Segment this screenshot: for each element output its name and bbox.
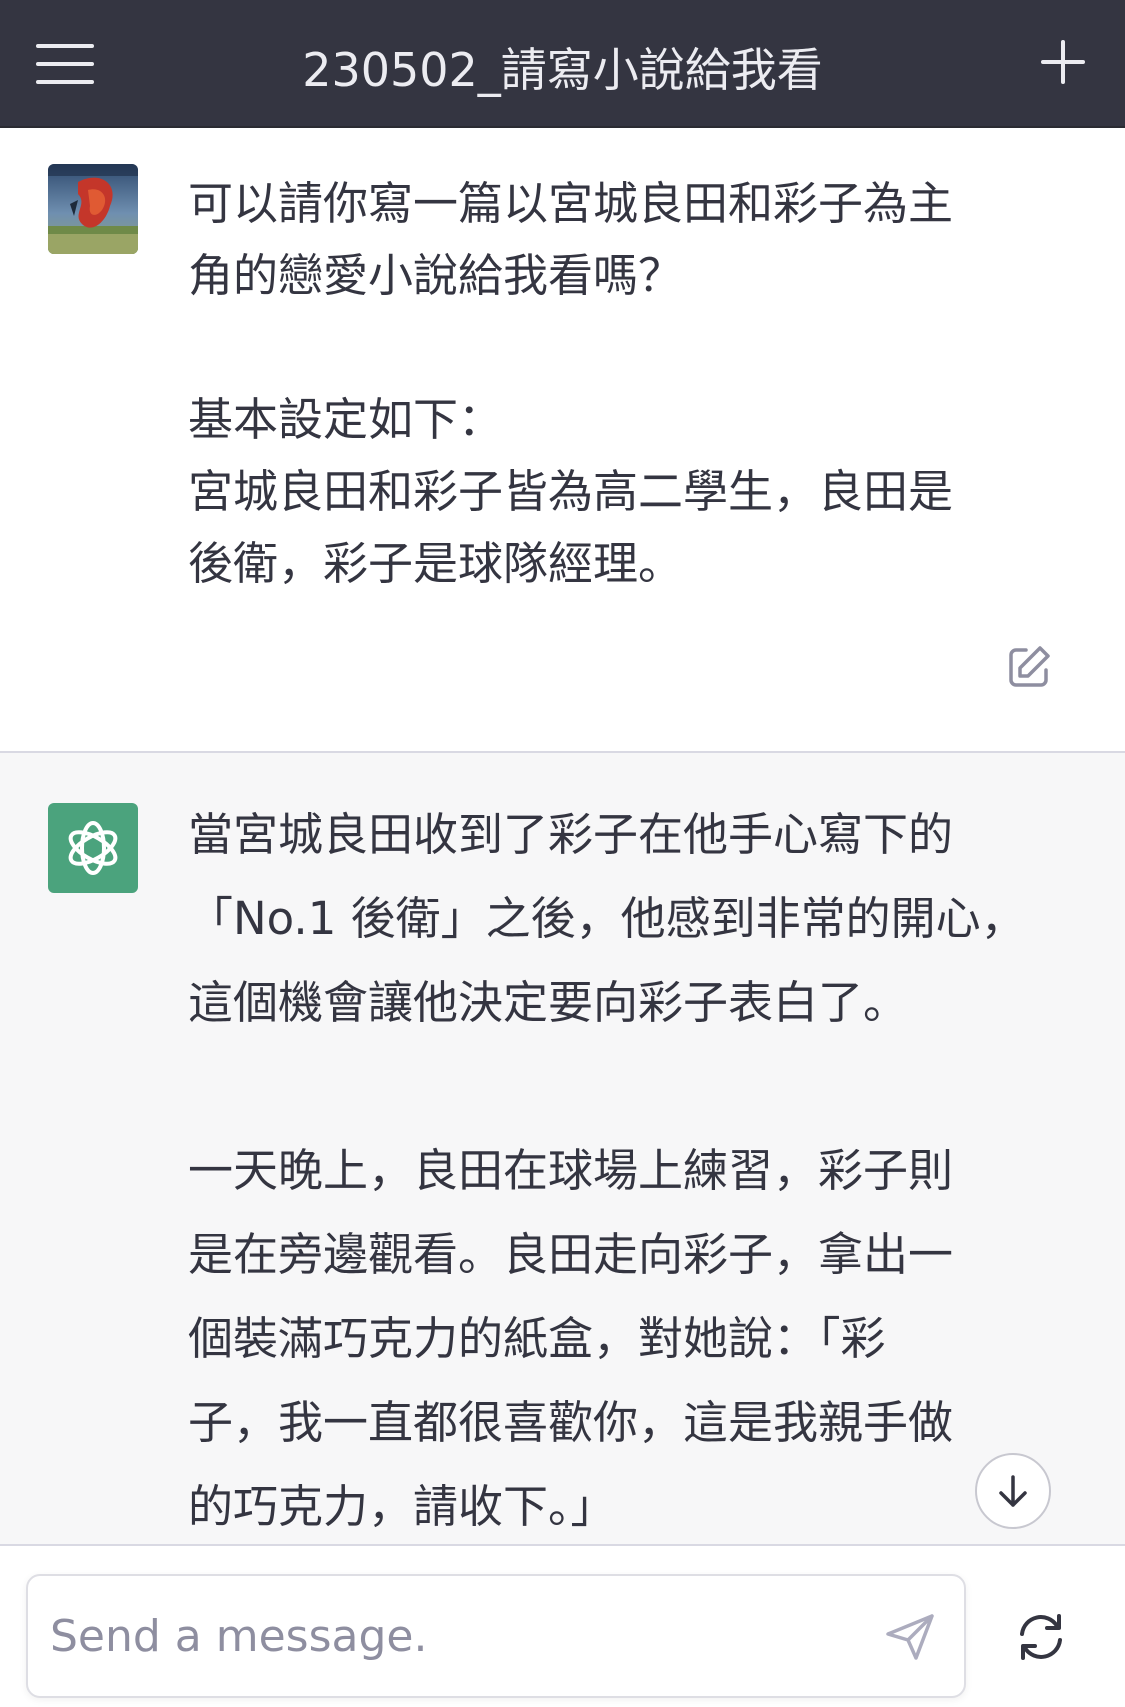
user-message-text: 可以請你寫一篇以宮城良田和彩子為主 角的戀愛小說給我看嗎？ 基本設定如下： 宮城… — [188, 177, 954, 590]
user-message: 可以請你寫一篇以宮城良田和彩子為主 角的戀愛小說給我看嗎？ 基本設定如下： 宮城… — [0, 128, 1125, 753]
assistant-message: 當宮城良田收到了彩子在他手心寫下的 「No.1 後衛」之後，他感到非常的開心， … — [0, 753, 1125, 1546]
scroll-to-bottom-button[interactable] — [975, 1453, 1051, 1529]
assistant-message-text: 當宮城良田收到了彩子在他手心寫下的 「No.1 後衛」之後，他感到非常的開心， … — [188, 808, 1026, 1533]
refresh-icon — [1020, 1614, 1062, 1660]
message-input[interactable] — [50, 1600, 830, 1672]
openai-logo-icon — [68, 821, 118, 875]
plus-icon — [1041, 40, 1085, 84]
new-chat-button[interactable] — [1035, 34, 1091, 90]
edit-message-button[interactable] — [1004, 642, 1054, 692]
hamburger-menu-icon — [36, 44, 94, 84]
arrow-down-icon — [999, 1475, 1027, 1507]
user-avatar — [48, 164, 138, 254]
menu-button[interactable] — [30, 38, 100, 90]
regenerate-button[interactable] — [1010, 1606, 1072, 1668]
composer — [0, 1546, 1125, 1707]
message-input-box — [26, 1574, 966, 1698]
top-bar: 230502_請寫小說給我看 — [0, 0, 1125, 128]
chat-title: 230502_請寫小說給我看 — [302, 43, 823, 97]
send-button[interactable] — [880, 1606, 940, 1666]
assistant-avatar — [48, 803, 138, 893]
edit-icon — [1009, 646, 1050, 687]
paper-plane-icon — [886, 1614, 934, 1660]
